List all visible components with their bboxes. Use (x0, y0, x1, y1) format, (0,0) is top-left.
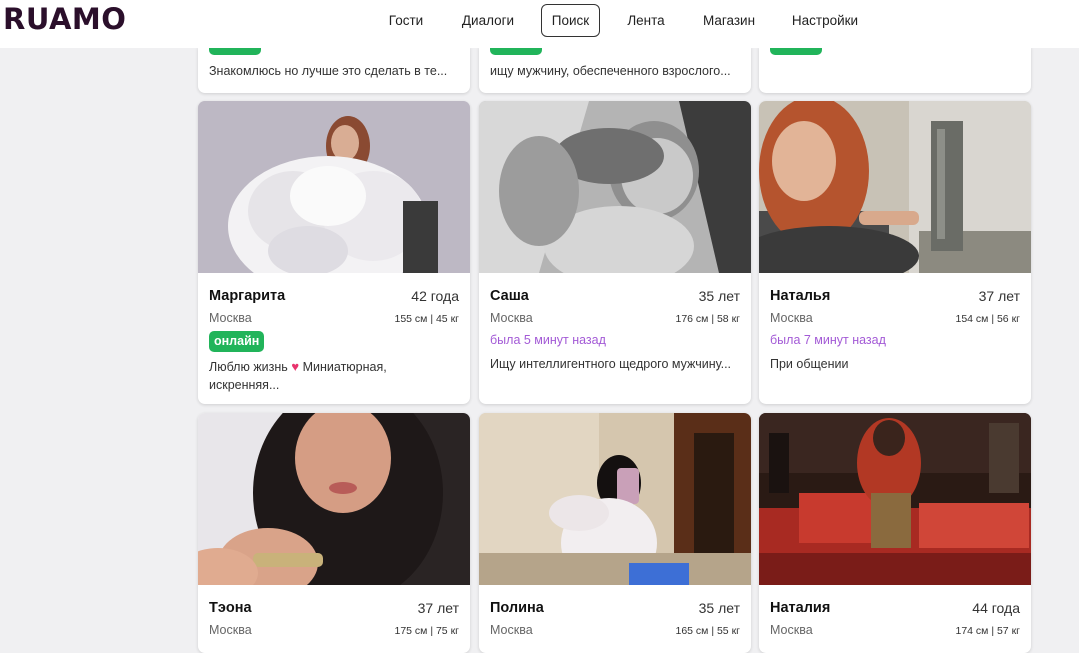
nav-settings[interactable]: Настройки (783, 4, 867, 37)
profile-age: 44 года (972, 600, 1020, 616)
profile-name[interactable]: Наталья (770, 288, 830, 304)
profile-age: 37 лет (978, 288, 1020, 304)
profile-params: 154 см | 56 кг (955, 313, 1021, 325)
profile-card[interactable]: Саша 35 лет Москва 176 см | 58 кг была 5… (479, 101, 751, 404)
profile-city: Москва (770, 311, 813, 325)
profile-city: Москва (770, 623, 813, 637)
profile-params: 174 см | 57 кг (955, 625, 1021, 637)
profile-photo[interactable] (198, 413, 470, 585)
profile-params: 176 см | 58 кг (675, 313, 741, 325)
profile-card-partial[interactable]: Знакомлюсь но лучше это сделать в те... (198, 43, 470, 93)
heart-icon: ♥ (287, 359, 300, 374)
profile-card[interactable]: Наталия 44 года Москва 174 см | 57 кг (759, 413, 1031, 653)
profile-about: Люблю жизнь ♥ Миниатюрная, искренняя... (209, 359, 387, 392)
profile-city: Москва (209, 311, 252, 325)
profile-photo[interactable] (759, 413, 1031, 585)
last-seen-status: была 5 минут назад (490, 333, 606, 347)
profile-name[interactable]: Наталия (770, 600, 830, 616)
profile-city: Москва (490, 311, 533, 325)
profile-photo[interactable] (479, 101, 751, 273)
main-nav: Гости Диалоги Поиск Лента Магазин Настро… (0, 4, 1079, 38)
profile-city: Москва (490, 623, 533, 637)
profile-card[interactable]: Наталья 37 лет Москва 154 см | 56 кг был… (759, 101, 1031, 404)
nav-guests[interactable]: Гости (378, 4, 434, 37)
profile-about: При общении (770, 357, 849, 371)
profile-card[interactable]: Маргарита 42 года Москва 155 см | 45 кг … (198, 101, 470, 404)
profile-about: Ищу интеллигентного щедрого мужчину... (490, 357, 732, 371)
profile-photo[interactable] (198, 101, 470, 273)
profile-photo[interactable] (479, 413, 751, 585)
profile-age: 37 лет (417, 600, 459, 616)
profile-card[interactable]: Полина 35 лет Москва 165 см | 55 кг (479, 413, 751, 653)
profile-params: 175 см | 75 кг (394, 625, 460, 637)
profile-name[interactable]: Полина (490, 600, 544, 616)
top-header: RUAMO Гости Диалоги Поиск Лента Магазин … (0, 0, 1079, 48)
nav-shop[interactable]: Магазин (693, 4, 765, 37)
profile-name[interactable]: Саша (490, 288, 529, 304)
online-badge: онлайн (209, 331, 265, 352)
profile-card-partial[interactable] (759, 43, 1031, 93)
profile-city: Москва (209, 623, 252, 637)
profile-about: ищу мужчину, обеспеченного взрослого... (490, 64, 731, 78)
profile-name[interactable]: Тэона (209, 600, 252, 616)
nav-feed[interactable]: Лента (617, 4, 675, 37)
profile-params: 165 см | 55 кг (675, 625, 741, 637)
last-seen-status: была 7 минут назад (770, 333, 886, 347)
profile-age: 35 лет (698, 288, 740, 304)
nav-dialogs[interactable]: Диалоги (452, 4, 524, 37)
profile-photo[interactable] (759, 101, 1031, 273)
profile-age: 35 лет (698, 600, 740, 616)
profile-name[interactable]: Маргарита (209, 288, 285, 304)
profile-about: Знакомлюсь но лучше это сделать в те... (209, 64, 448, 78)
profile-age: 42 года (411, 288, 459, 304)
nav-search[interactable]: Поиск (541, 4, 600, 37)
profile-card-partial[interactable]: ищу мужчину, обеспеченного взрослого... (479, 43, 751, 93)
profile-params: 155 см | 45 кг (394, 313, 460, 325)
profile-card[interactable]: Тэона 37 лет Москва 175 см | 75 кг (198, 413, 470, 653)
